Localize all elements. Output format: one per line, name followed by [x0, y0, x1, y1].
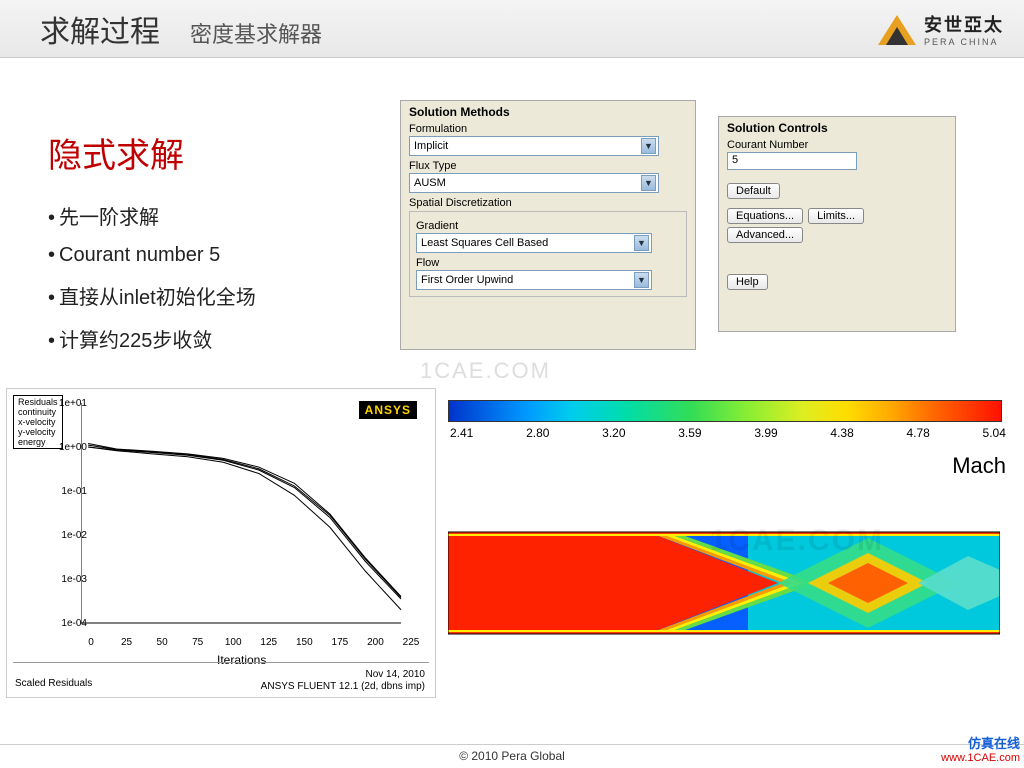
chevron-down-icon: ▼: [634, 235, 649, 251]
advanced-button[interactable]: Advanced...: [727, 227, 803, 243]
residual-plot: Residuals continuity x-velocity y-veloci…: [6, 388, 436, 698]
watermark-center: 1CAE.COM: [420, 358, 551, 384]
slide-footer: © 2010 Pera Global: [0, 744, 1024, 768]
flux-label: Flux Type: [409, 160, 687, 172]
logo-subtext: PERA CHINA: [924, 37, 1004, 47]
help-button[interactable]: Help: [727, 274, 768, 290]
chevron-down-icon: ▼: [634, 272, 649, 288]
methods-title: Solution Methods: [409, 105, 687, 119]
colorbar-ticks: 2.412.803.203.593.994.384.785.04: [448, 426, 1008, 440]
colorbar: 2.412.803.203.593.994.384.785.04: [448, 400, 1008, 440]
equations-button[interactable]: Equations...: [727, 208, 803, 224]
section-heading: 隐式求解: [48, 128, 378, 177]
colorbar-gradient: [448, 400, 1002, 422]
flux-value: AUSM: [414, 177, 446, 189]
residual-footer-left: Scaled Residuals: [15, 678, 92, 689]
slide-header: 求解过程 密度基求解器 安世亞太 PERA CHINA: [0, 0, 1024, 58]
chevron-down-icon: ▼: [641, 138, 656, 154]
flow-value: First Order Upwind: [421, 274, 513, 286]
residual-lines-svg: [81, 403, 411, 633]
flux-select[interactable]: AUSM ▼: [409, 173, 659, 193]
flow-label: Flow: [416, 257, 680, 269]
gradient-select[interactable]: Least Squares Cell Based ▼: [416, 233, 652, 253]
controls-title: Solution Controls: [727, 121, 947, 135]
formulation-select[interactable]: Implicit ▼: [409, 136, 659, 156]
courant-input[interactable]: 5: [727, 152, 857, 170]
watermark-right: 仿真在线 www.1CAE.com: [941, 733, 1020, 764]
courant-label: Courant Number: [727, 139, 947, 151]
gradient-value: Least Squares Cell Based: [421, 237, 548, 249]
chevron-down-icon: ▼: [641, 175, 656, 191]
solution-controls-panel: Solution Controls Courant Number 5 Defau…: [718, 116, 956, 332]
bullet-2: Courant number 5: [48, 244, 378, 267]
residual-footer-right: Nov 14, 2010 ANSYS FLUENT 12.1 (2d, dbns…: [261, 669, 425, 693]
flow-select[interactable]: First Order Upwind ▼: [416, 270, 652, 290]
bullet-1: 先一阶求解: [48, 201, 378, 230]
logo-triangle-icon: [878, 13, 916, 45]
limits-button[interactable]: Limits...: [808, 208, 864, 224]
formulation-value: Implicit: [414, 140, 448, 152]
default-button[interactable]: Default: [727, 183, 780, 199]
spatial-label: Spatial Discretization: [409, 197, 687, 209]
pera-logo: 安世亞太 PERA CHINA: [878, 11, 1004, 47]
title-main: 求解过程: [40, 7, 160, 51]
mach-contour: [448, 508, 1000, 658]
gradient-label: Gradient: [416, 220, 680, 232]
bullet-3: 直接从inlet初始化全场: [48, 281, 378, 310]
bullet-4: 计算约225步收敛: [48, 324, 378, 353]
residual-xlabel: Iterations: [217, 653, 266, 667]
formulation-label: Formulation: [409, 123, 687, 135]
title-sub: 密度基求解器: [190, 17, 322, 49]
residual-legend: Residuals continuity x-velocity y-veloci…: [13, 395, 63, 449]
mach-label: Mach: [952, 453, 1006, 479]
solution-methods-panel: Solution Methods Formulation Implicit ▼ …: [400, 100, 696, 350]
logo-text: 安世亞太: [924, 11, 1004, 37]
text-block: 隐式求解 先一阶求解 Courant number 5 直接从inlet初始化全…: [48, 128, 378, 367]
copyright: © 2010 Pera Global: [459, 749, 565, 763]
